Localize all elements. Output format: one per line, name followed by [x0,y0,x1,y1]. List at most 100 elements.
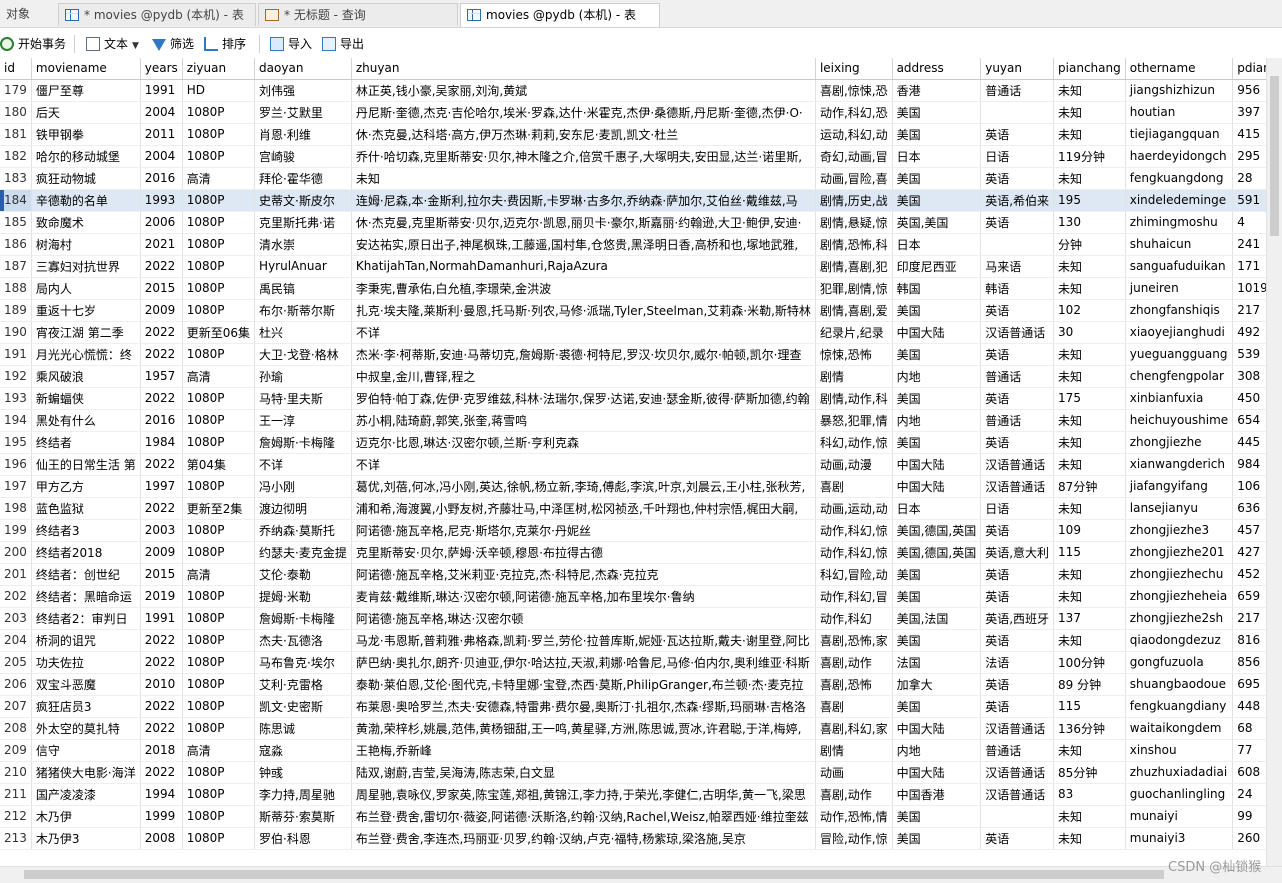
column-header-pianchang[interactable]: pianchang [1053,58,1126,80]
cell-zhuyan[interactable]: 安达祐实,原日出子,神尾枫珠,工藤遥,国村隼,仓悠贵,黑泽明日香,高桥和也,塚地… [351,233,816,256]
cell-leixing[interactable]: 运动,科幻,动 [815,123,893,146]
cell-id[interactable]: 202 [0,585,32,608]
cell-othername[interactable]: zhongfanshiqis [1125,299,1234,322]
cell-leixing[interactable]: 惊悚,恐怖 [815,343,893,366]
cell-moviename[interactable]: 仙王的日常生活 第 [31,453,141,476]
cell-years[interactable]: 2022 [140,717,183,740]
cell-zhuyan[interactable]: 布兰登·费舍,雷切尔·薇姿,阿诺德·沃斯洛,约翰·汉纳,Rachel,Weisz… [351,805,816,828]
cell-moviename[interactable]: 桥洞的诅咒 [31,629,141,652]
cell-ziyuan[interactable]: 高清 [182,739,256,762]
cell-moviename[interactable]: 乘风破浪 [31,365,141,388]
cell-daoyan[interactable]: 孙瑜 [254,365,352,388]
cell-daoyan[interactable]: 李力持,周星驰 [254,783,352,806]
cell-zhuyan[interactable]: 乔什·哈切森,克里斯蒂安·贝尔,神木隆之介,倍赏千惠子,大塚明夫,安田显,达兰·… [351,145,816,168]
cell-years[interactable]: 2006 [140,211,183,234]
cell-daoyan[interactable]: 杰夫·瓦德洛 [254,629,352,652]
cell-yuyan[interactable]: 英语 [980,563,1055,586]
cell-othername[interactable]: chengfengpolar [1125,365,1234,388]
cell-daoyan[interactable]: 提姆·米勒 [254,585,352,608]
cell-pdianji[interactable]: 816 [1232,629,1266,652]
cell-id[interactable]: 213 [0,827,32,850]
cell-id[interactable]: 207 [0,695,32,718]
cell-leixing[interactable]: 喜剧,恐怖,家 [815,629,893,652]
cell-leixing[interactable]: 纪录片,纪录 [815,321,893,344]
table-row[interactable]: 187 三寡妇对抗世界 2022 1080P HyrulAnuar KhatijahTan… [0,255,1266,278]
cell-address[interactable]: 美国 [892,563,982,586]
cell-address[interactable]: 英国,美国 [892,211,982,234]
cell-ziyuan[interactable]: 1080P [182,233,256,256]
cell-years[interactable]: 2009 [140,299,183,322]
cell-othername[interactable]: zhongjiezhe2sh [1125,607,1234,630]
cell-daoyan[interactable]: 钟彧 [254,761,352,784]
cell-pianchang[interactable]: 未知 [1053,255,1126,278]
cell-id[interactable]: 201 [0,563,32,586]
cell-zhuyan[interactable]: 丹尼斯·奎德,杰克·吉伦哈尔,埃米·罗森,达什·米霍克,杰伊·桑德斯,丹尼斯·奎… [351,101,816,124]
tab-movies-table-modified[interactable]: * movies @pydb (本机) - 表 [58,3,256,26]
cell-id[interactable]: 185 [0,211,32,234]
table-row[interactable]: 194 黑处有什么 2016 1080P 王一淳 苏小桐,陆琦蔚,郭笑,张奎,蒋雪鸣 暴怒,… [0,409,1266,432]
cell-years[interactable]: 2015 [140,563,183,586]
vertical-scroll-thumb[interactable] [1270,76,1279,236]
cell-ziyuan[interactable]: 更新至2集 [182,497,256,520]
cell-address[interactable]: 美国 [892,805,982,828]
table-row[interactable]: 213 木乃伊3 2008 1080P 罗伯·科恩 布兰登·费舍,李连杰,玛丽亚·贝罗,约… [0,827,1266,850]
cell-leixing[interactable]: 犯罪,剧情,惊 [815,277,893,300]
cell-ziyuan[interactable]: 1080P [182,475,256,498]
cell-address[interactable]: 中国大陆 [892,475,982,498]
cell-othername[interactable]: guochanlingling [1125,783,1234,806]
cell-years[interactable]: 2022 [140,343,183,366]
cell-years[interactable]: 1993 [140,189,183,212]
cell-pdianji[interactable]: 28 [1232,167,1266,190]
cell-othername[interactable]: fengkuangdiany [1125,695,1234,718]
cell-yuyan[interactable]: 法语 [980,651,1055,674]
table-row[interactable]: 199 终结者3 2003 1080P 乔纳森·莫斯托 阿诺德·施瓦辛格,尼克·斯塔尔,克… [0,519,1266,542]
cell-zhuyan[interactable]: 泰勒·莱伯恩,艾伦·图代克,卡特里娜·宝登,杰西·莫斯,PhilipGrange… [351,673,816,696]
cell-ziyuan[interactable]: 1080P [182,211,256,234]
cell-daoyan[interactable]: 罗伯·科恩 [254,827,352,850]
cell-leixing[interactable]: 暴怒,犯罪,情 [815,409,893,432]
cell-daoyan[interactable]: 寇淼 [254,739,352,762]
table-row[interactable]: 195 终结者 1984 1080P 詹姆斯·卡梅隆 迈克尔·比恩,琳达·汉密尔顿,兰斯·… [0,431,1266,454]
cell-years[interactable]: 2022 [140,629,183,652]
cell-pdianji[interactable]: 984 [1232,453,1266,476]
cell-id[interactable]: 195 [0,431,32,454]
cell-leixing[interactable]: 喜剧,动作 [815,651,893,674]
cell-pdianji[interactable]: 295 [1232,145,1266,168]
cell-pianchang[interactable]: 未知 [1053,79,1126,102]
cell-leixing[interactable]: 动画,冒险,喜 [815,167,893,190]
cell-address[interactable]: 香港 [892,79,982,102]
table-row[interactable]: 196 仙王的日常生活 第 2022 第04集 不详 不详 动画,动漫 中国大陆 汉语普通话 未知… [0,453,1266,476]
cell-moviename[interactable]: 疯狂动物城 [31,167,141,190]
cell-daoyan[interactable]: 禹民镐 [254,277,352,300]
cell-daoyan[interactable]: 斯蒂芬·索莫斯 [254,805,352,828]
cell-moviename[interactable]: 局内人 [31,277,141,300]
cell-ziyuan[interactable]: 高清 [182,167,256,190]
cell-ziyuan[interactable]: 1080P [182,695,256,718]
cell-id[interactable]: 184 [0,189,32,212]
cell-daoyan[interactable]: 凯文·史密斯 [254,695,352,718]
cell-zhuyan[interactable]: 阿诺德·施瓦辛格,尼克·斯塔尔,克莱尔·丹妮丝 [351,519,816,542]
cell-zhuyan[interactable]: 李秉宪,曹承佑,白允植,李璟荣,金洪波 [351,277,816,300]
cell-zhuyan[interactable]: 连姆·尼森,本·金斯利,拉尔夫·费因斯,卡罗琳·古多尔,乔纳森·萨加尔,艾伯丝·… [351,189,816,212]
cell-address[interactable]: 中国大陆 [892,717,982,740]
cell-ziyuan[interactable]: 第04集 [182,453,256,476]
cell-yuyan[interactable]: 英语,希伯来 [980,189,1055,212]
cell-zhuyan[interactable]: 周星驰,袁咏仪,罗家英,陈宝莲,郑祖,黄锦江,李力持,于荣光,李健仁,古明华,黄… [351,783,816,806]
cell-id[interactable]: 204 [0,629,32,652]
cell-years[interactable]: 2022 [140,255,183,278]
cell-othername[interactable]: jiafangyifang [1125,475,1234,498]
table-row[interactable]: 201 终结者：创世纪 2015 高清 艾伦·泰勒 阿诺德·施瓦辛格,艾米莉亚·克拉克,杰… [0,563,1266,586]
cell-years[interactable]: 2022 [140,761,183,784]
cell-zhuyan[interactable]: 克里斯蒂安·贝尔,萨姆·沃辛顿,穆恩·布拉得古德 [351,541,816,564]
cell-address[interactable]: 内地 [892,739,982,762]
cell-pianchang[interactable]: 100分钟 [1053,651,1126,674]
cell-id[interactable]: 198 [0,497,32,520]
cell-othername[interactable]: gongfuzuola [1125,651,1234,674]
cell-address[interactable]: 法国 [892,651,982,674]
cell-id[interactable]: 191 [0,343,32,366]
cell-pdianji[interactable]: 452 [1232,563,1266,586]
cell-leixing[interactable]: 喜剧,科幻,家 [815,717,893,740]
cell-othername[interactable]: shuangbaodoue [1125,673,1234,696]
cell-moviename[interactable]: 新蝙蝠侠 [31,387,141,410]
cell-id[interactable]: 192 [0,365,32,388]
